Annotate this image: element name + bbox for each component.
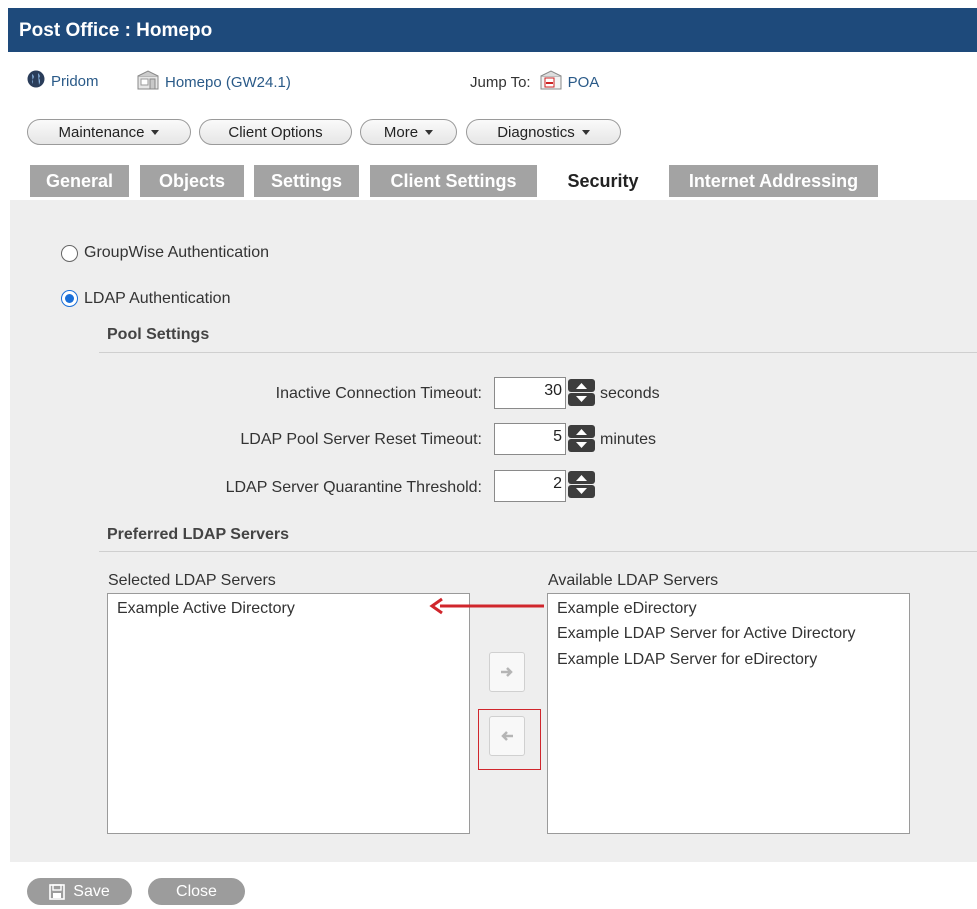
chevron-down-icon xyxy=(425,129,434,135)
tab-security[interactable]: Security xyxy=(547,163,659,200)
tab-label: Internet Addressing xyxy=(688,170,859,191)
reset-timeout-unit: minutes xyxy=(600,431,657,448)
list-item[interactable]: Example LDAP Server for Active Directory xyxy=(548,620,909,645)
close-button[interactable]: Close xyxy=(148,878,245,905)
breadcrumb-domain[interactable]: Pridom xyxy=(27,70,99,92)
diagnostics-menu-button[interactable]: Diagnostics xyxy=(466,119,621,145)
client-options-button[interactable]: Client Options xyxy=(199,119,352,145)
poa-icon xyxy=(540,70,562,94)
quarantine-spinner[interactable] xyxy=(568,471,595,498)
chevron-down-icon xyxy=(151,129,160,135)
tab-label: Security xyxy=(567,171,639,191)
available-servers-title: Available LDAP Servers xyxy=(548,572,719,589)
tab-general[interactable]: General xyxy=(30,165,129,197)
tab-label: Client Settings xyxy=(390,170,517,191)
tab-label: Objects xyxy=(158,170,226,191)
inactive-timeout-spinner[interactable] xyxy=(568,379,595,406)
postoffice-link[interactable]: Homepo (GW24.1) xyxy=(165,74,291,91)
reset-timeout-label: LDAP Pool Server Reset Timeout: xyxy=(240,431,482,448)
tab-client-settings[interactable]: Client Settings xyxy=(370,165,537,197)
chevron-down-icon xyxy=(581,129,590,135)
annotation-arrow xyxy=(429,597,544,615)
domain-link[interactable]: Pridom xyxy=(51,73,99,90)
section-divider xyxy=(99,352,977,353)
window-title-bar: Post Office : Homepo xyxy=(8,8,977,52)
selected-servers-list[interactable]: Example Active Directory xyxy=(107,593,470,834)
reset-timeout-spinner[interactable] xyxy=(568,425,595,452)
floppy-disk-icon xyxy=(49,883,66,900)
list-item[interactable]: Example eDirectory xyxy=(548,598,909,620)
tab-internet-addressing[interactable]: Internet Addressing xyxy=(669,165,878,197)
close-label: Close xyxy=(176,882,217,900)
groupwise-auth-label[interactable]: GroupWise Authentication xyxy=(84,244,269,262)
selected-servers-title: Selected LDAP Servers xyxy=(108,572,276,589)
save-button[interactable]: Save xyxy=(27,878,132,905)
section-divider xyxy=(99,551,977,552)
save-label: Save xyxy=(73,882,110,900)
arrow-right-icon xyxy=(501,667,513,677)
inactive-timeout-input[interactable]: 30 xyxy=(494,377,566,409)
inactive-timeout-label: Inactive Connection Timeout: xyxy=(275,385,482,402)
jump-to-label: Jump To: xyxy=(470,73,531,91)
pool-settings-heading: Pool Settings xyxy=(107,326,210,343)
maintenance-menu-button[interactable]: Maintenance xyxy=(27,119,191,145)
tab-objects[interactable]: Objects xyxy=(140,165,244,197)
preferred-ldap-heading: Preferred LDAP Servers xyxy=(107,526,290,543)
tab-label: Settings xyxy=(270,170,342,191)
list-item[interactable]: Example LDAP Server for eDirectory xyxy=(548,645,909,671)
globe-icon xyxy=(27,70,45,92)
quarantine-label: LDAP Server Quarantine Threshold: xyxy=(225,479,482,496)
ldap-auth-label[interactable]: LDAP Authentication xyxy=(84,290,230,308)
list-item[interactable]: Example Active Directory xyxy=(108,598,469,620)
maintenance-label: Maintenance xyxy=(58,123,145,141)
reset-timeout-input[interactable]: 5 xyxy=(494,423,566,455)
arrow-left-icon xyxy=(501,731,513,741)
diagnostics-label: Diagnostics xyxy=(497,123,575,141)
groupwise-auth-radio[interactable] xyxy=(61,245,78,262)
client-options-label: Client Options xyxy=(228,123,323,141)
jump-to-poa-link[interactable]: POA xyxy=(568,74,600,91)
quarantine-input[interactable]: 2 xyxy=(494,470,566,502)
inactive-timeout-unit: seconds xyxy=(600,385,660,402)
more-label: More xyxy=(383,123,419,141)
breadcrumb-postoffice[interactable]: Homepo (GW24.1) xyxy=(137,70,291,94)
available-servers-list[interactable]: Example eDirectory Example LDAP Server f… xyxy=(547,593,910,834)
jump-to: Jump To: POA xyxy=(470,70,599,94)
move-right-button[interactable] xyxy=(489,652,525,692)
tab-label: General xyxy=(45,170,114,191)
ldap-auth-radio[interactable] xyxy=(61,290,78,307)
window-title: Post Office : Homepo xyxy=(19,20,213,41)
post-office-icon xyxy=(137,70,159,94)
more-menu-button[interactable]: More xyxy=(360,119,457,145)
tab-settings[interactable]: Settings xyxy=(254,165,359,197)
move-left-button[interactable] xyxy=(489,716,525,756)
